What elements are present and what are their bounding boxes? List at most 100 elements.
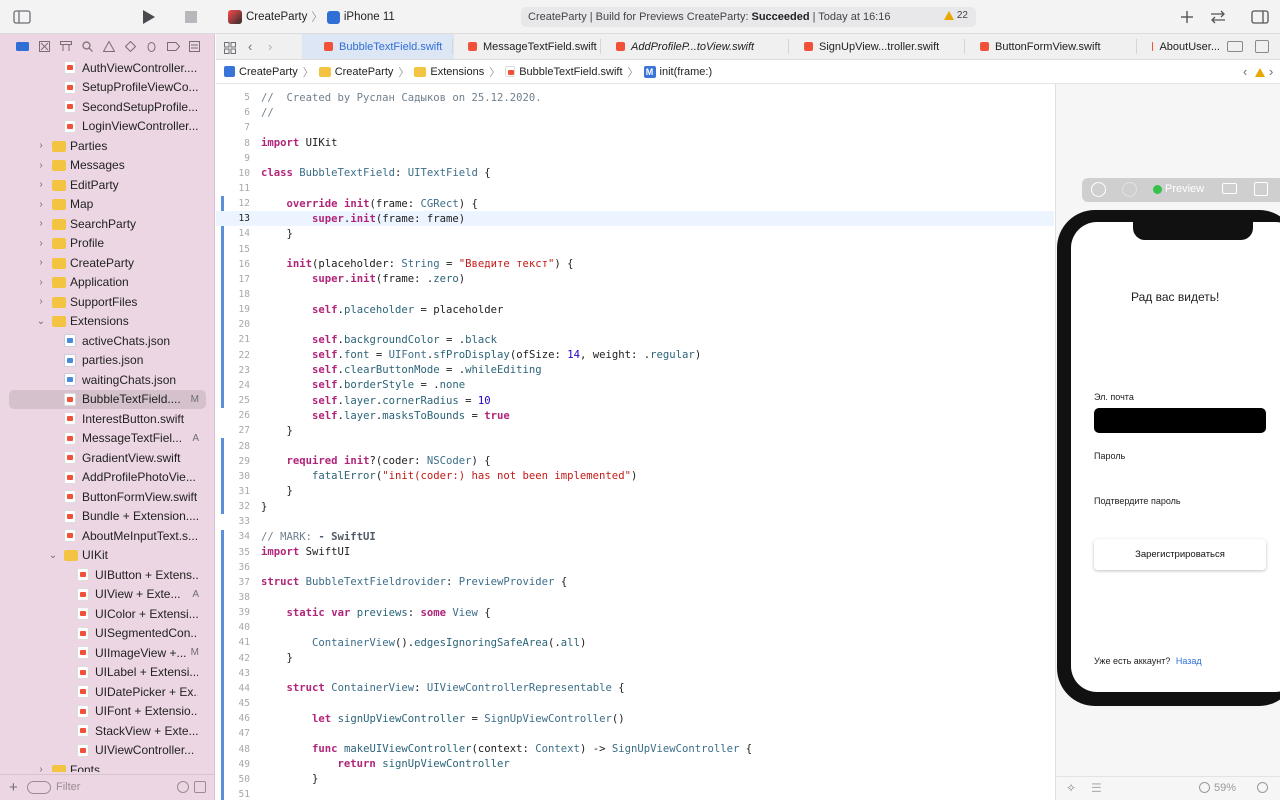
add-file-icon[interactable]: + — [9, 779, 18, 796]
code-line[interactable]: 17 super.init(frame: .zero) — [216, 272, 1054, 287]
hierarchy-icon[interactable] — [55, 38, 77, 54]
run-button[interactable] — [140, 8, 158, 26]
navigator-file[interactable]: activeChats.json — [0, 331, 215, 351]
navigator-file[interactable]: LoginViewController... — [0, 117, 215, 137]
navigator-file[interactable]: InterestButton.swift — [0, 409, 215, 429]
next-issue-icon[interactable]: › — [1269, 64, 1273, 79]
code-line[interactable]: 43 — [216, 666, 1054, 681]
editor-tab[interactable]: AddProfileP...toView.swift — [600, 34, 788, 59]
list-icon[interactable]: ☰ — [1091, 781, 1102, 795]
code-line[interactable]: 22 self.font = UIFont.sfProDisplay(ofSiz… — [216, 348, 1054, 363]
navigator-file[interactable]: UIDatePicker + Ex... — [0, 682, 215, 702]
code-line[interactable]: 6 // — [216, 105, 1054, 120]
navigator-group[interactable]: › SearchParty — [0, 214, 215, 234]
live-preview-icon[interactable] — [1091, 182, 1106, 197]
code-line[interactable]: 42 } — [216, 651, 1054, 666]
code-line[interactable]: 24 self.borderStyle = .none — [216, 378, 1054, 393]
navigator-file[interactable]: StackView + Exte... — [0, 721, 215, 741]
navigator-group[interactable]: › CreateParty — [0, 253, 215, 273]
code-line[interactable]: 49 return signUpViewController — [216, 757, 1054, 772]
device-screen[interactable]: Рад вас видеть! Эл. почта Пароль Подтвер… — [1071, 222, 1280, 692]
code-line[interactable]: 12 override init(frame: CGRect) { — [216, 196, 1054, 211]
code-line[interactable]: 8 import UIKit — [216, 135, 1054, 150]
code-line[interactable]: 35 import SwiftUI — [216, 545, 1054, 560]
disclosure-collapsed-icon[interactable]: › — [36, 160, 46, 171]
code-line[interactable]: 18 — [216, 287, 1054, 302]
navigator-group[interactable]: › EditParty — [0, 175, 215, 195]
code-line[interactable]: 40 — [216, 620, 1054, 635]
folder-icon[interactable] — [12, 38, 34, 54]
code-line[interactable]: 44 struct ContainerView: UIViewControlle… — [216, 681, 1054, 696]
navigator-file[interactable]: UIColor + Extensi... — [0, 604, 215, 624]
code-line[interactable]: 32} — [216, 499, 1054, 514]
code-review-icon[interactable] — [1208, 8, 1228, 26]
navigator-group[interactable]: › Parties — [0, 136, 215, 156]
navigator-file[interactable]: Bundle + Extension.... — [0, 507, 215, 527]
filter-scope-icon[interactable] — [27, 781, 51, 794]
code-line[interactable]: 37 struct BubbleTextFieldrovider: Preview… — [216, 575, 1054, 590]
navigator-file[interactable]: SetupProfileViewCo... — [0, 78, 215, 98]
register-button[interactable]: Зарегистрироваться — [1094, 539, 1266, 570]
code-line[interactable]: 19 self.placeholder = placeholder — [216, 302, 1054, 317]
navigator-file[interactable]: UIView + Exte... A — [0, 585, 215, 605]
disclosure-collapsed-icon[interactable]: › — [36, 218, 46, 229]
navigator-file[interactable]: GradientView.swift — [0, 448, 215, 468]
navigator-file[interactable]: UIButton + Extens... — [0, 565, 215, 585]
navigator-group[interactable]: ⌄ Extensions — [0, 312, 215, 332]
navigator-file[interactable]: ButtonFormView.swift — [0, 487, 215, 507]
navigator-file[interactable]: SecondSetupProfile... — [0, 97, 215, 117]
editor-tab[interactable]: SignUpView...troller.swift — [788, 34, 964, 59]
code-line[interactable]: 45 — [216, 696, 1054, 711]
navigator-file[interactable]: AuthViewController.... — [0, 58, 215, 78]
search-icon[interactable] — [77, 38, 99, 54]
code-line[interactable]: 14 } — [216, 226, 1054, 241]
inspect-preview-icon[interactable] — [1122, 182, 1137, 197]
disclosure-collapsed-icon[interactable]: › — [36, 277, 46, 288]
sidebar-toggle-icon[interactable] — [12, 8, 32, 26]
scheme-selector[interactable]: CreateParty 〉 iPhone 11 — [228, 8, 395, 26]
code-line[interactable]: 41 ContainerView().edgesIgnoringSafeArea… — [216, 635, 1054, 650]
split-editor-icon[interactable] — [1255, 40, 1269, 53]
code-line[interactable]: 15 — [216, 242, 1054, 257]
back-icon[interactable]: ‹ — [248, 39, 252, 54]
editor-tab[interactable]: AboutUser... — [1136, 34, 1220, 59]
recent-files-icon[interactable] — [177, 781, 189, 793]
jump-project[interactable]: CreateParty — [224, 66, 298, 78]
duplicate-preview-icon[interactable] — [1254, 182, 1268, 196]
code-line[interactable]: 11 — [216, 181, 1054, 196]
navigator-file[interactable]: MessageTextFiel... A — [0, 429, 215, 449]
code-line[interactable]: 21 self.backgroundColor = .black — [216, 332, 1054, 347]
navigator-group[interactable]: › Map — [0, 195, 215, 215]
navigator-group[interactable]: › Fonts — [0, 760, 215, 772]
email-field[interactable] — [1094, 408, 1266, 433]
navigator-group[interactable]: › Application — [0, 273, 215, 293]
code-line[interactable]: 27 } — [216, 423, 1054, 438]
code-line[interactable]: 46 let signUpViewController = SignUpView… — [216, 711, 1054, 726]
editor-options-icon[interactable] — [1227, 41, 1243, 52]
code-line[interactable]: 33 — [216, 514, 1054, 529]
editor-tab[interactable]: MessageTextField.swift — [452, 34, 600, 59]
disclosure-collapsed-icon[interactable]: › — [36, 140, 46, 151]
code-line[interactable]: 13 super.init(frame: frame) — [216, 211, 1054, 227]
navigator-file[interactable]: BubbleTextField.... M — [9, 389, 206, 409]
forward-icon[interactable]: › — [268, 39, 272, 54]
zoom-in-icon[interactable] — [1257, 782, 1268, 793]
code-line[interactable]: 48 func makeUIViewController(context: Co… — [216, 741, 1054, 756]
code-line[interactable]: 30 fatalError("init(coder:) has not been… — [216, 469, 1054, 484]
pin-icon[interactable]: ✧ — [1066, 781, 1076, 795]
disclosure-collapsed-icon[interactable]: › — [36, 296, 46, 307]
disclosure-collapsed-icon[interactable]: › — [36, 179, 46, 190]
source-editor[interactable]: 5 // Created by Руслан Садыков on 25.12.2… — [216, 84, 1054, 800]
warning-icon[interactable] — [1255, 68, 1265, 77]
disclosure-expanded-icon[interactable]: ⌄ — [48, 550, 58, 561]
code-line[interactable]: 36 — [216, 560, 1054, 575]
zoom-out-icon[interactable] — [1199, 782, 1210, 793]
warning-badge[interactable]: 22 — [943, 10, 968, 21]
code-line[interactable]: 34 // MARK: - SwiftUI — [216, 529, 1054, 544]
code-line[interactable]: 20 — [216, 317, 1054, 332]
code-line[interactable]: 25 self.layer.cornerRadius = 10 — [216, 393, 1054, 408]
back-link[interactable]: Назад — [1176, 656, 1202, 666]
navigator-group[interactable]: › SupportFiles — [0, 292, 215, 312]
add-icon[interactable] — [1178, 8, 1196, 26]
navigator-group[interactable]: › Profile — [0, 234, 215, 254]
